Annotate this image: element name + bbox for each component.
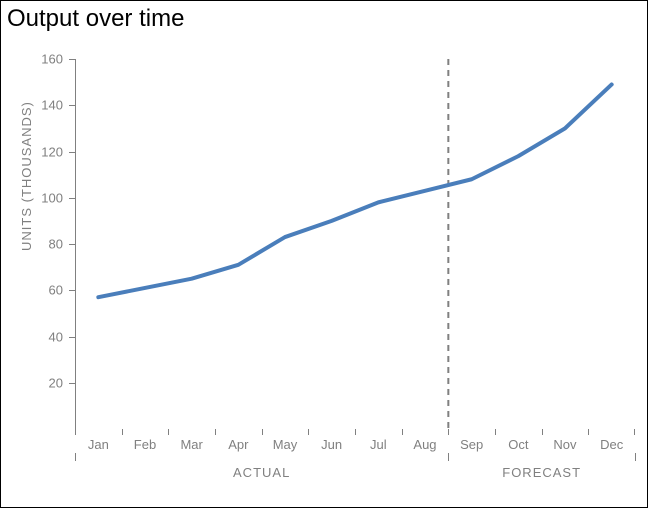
x-tick-label: Jan	[75, 437, 122, 452]
y-tick	[69, 198, 75, 199]
plot-area: 20406080100120140160 JanFebMarAprMayJunJ…	[75, 59, 635, 429]
chart-title: Output over time	[7, 5, 184, 33]
x-group-label: FORECAST	[448, 465, 635, 480]
x-tick	[262, 429, 263, 435]
y-tick-label: 140	[23, 98, 63, 113]
x-tick-label: Jul	[355, 437, 402, 452]
chart-svg	[75, 59, 635, 429]
x-group-label: ACTUAL	[75, 465, 448, 480]
y-tick	[69, 337, 75, 338]
x-tick-label: Mar	[168, 437, 215, 452]
y-axis-label: UNITS (THOUSANDS)	[19, 101, 34, 251]
y-tick-label: 120	[23, 144, 63, 159]
y-tick	[69, 383, 75, 384]
y-tick	[69, 105, 75, 106]
data-line	[98, 84, 611, 297]
x-tick	[495, 429, 496, 435]
y-tick	[69, 290, 75, 291]
x-tick-label: May	[262, 437, 309, 452]
x-tick	[355, 429, 356, 435]
x-tick-label: Jun	[308, 437, 355, 452]
x-tick	[634, 429, 635, 435]
x-tick-label: Aug	[402, 437, 449, 452]
y-tick-label: 20	[23, 375, 63, 390]
x-tick	[588, 429, 589, 435]
y-tick-label: 40	[23, 329, 63, 344]
x-tick	[542, 429, 543, 435]
y-tick	[69, 59, 75, 60]
y-tick	[69, 244, 75, 245]
x-group-tick	[635, 453, 636, 461]
x-tick-label: Sep	[448, 437, 495, 452]
x-tick	[215, 429, 216, 435]
x-group-tick	[448, 453, 449, 461]
y-tick-label: 160	[23, 52, 63, 67]
x-tick	[168, 429, 169, 435]
x-tick	[75, 429, 76, 435]
x-tick	[308, 429, 309, 435]
x-tick-label: Oct	[495, 437, 542, 452]
x-tick-label: Nov	[542, 437, 589, 452]
x-tick-label: Feb	[122, 437, 169, 452]
x-group-tick	[75, 453, 76, 461]
x-tick-label: Apr	[215, 437, 262, 452]
y-tick-label: 80	[23, 237, 63, 252]
y-tick-label: 60	[23, 283, 63, 298]
y-tick-label: 100	[23, 190, 63, 205]
y-tick	[69, 152, 75, 153]
x-tick	[122, 429, 123, 435]
x-tick	[448, 429, 449, 435]
x-tick-label: Dec	[588, 437, 635, 452]
chart-frame: Output over time UNITS (THOUSANDS) 20406…	[0, 0, 648, 508]
x-tick	[402, 429, 403, 435]
